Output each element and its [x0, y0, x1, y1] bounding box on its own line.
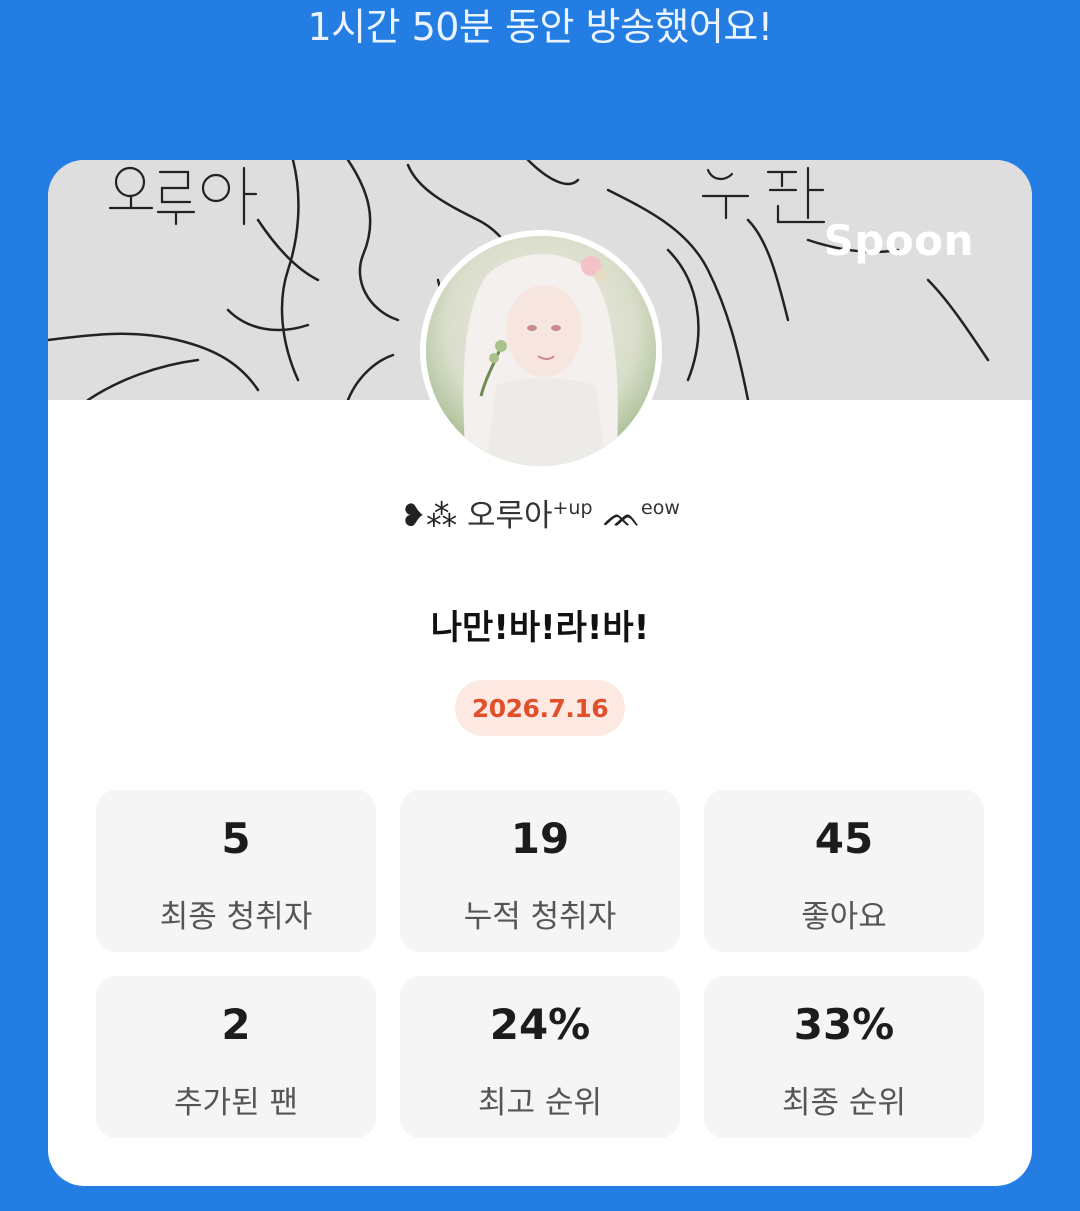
broadcast-summary-screen: 1시간 50분 동안 방송했어요! Spoon ❥⁂ 오루아+up ᨏeow 나… — [0, 0, 1080, 1211]
profile-avatar[interactable] — [420, 230, 662, 472]
stat-label: 추가된 팬 — [174, 1085, 298, 1121]
nickname-sup-up: +up — [552, 497, 593, 519]
broadcast-duration-headline: 1시간 50분 동안 방송했어요! — [307, 5, 773, 49]
stat-value: 2 — [221, 1000, 251, 1049]
nickname-text: 오루아 — [466, 498, 553, 534]
stat-final-listeners: 5 최종 청취자 — [96, 790, 376, 952]
profile-avatar-image — [426, 236, 656, 466]
stat-value: 5 — [221, 814, 251, 863]
stat-new-fans: 2 추가된 팬 — [96, 976, 376, 1138]
live-title: 나만!바!라!바! — [430, 608, 650, 648]
stats-grid: 5 최종 청취자 19 누적 청취자 45 좋아요 2 추가된 팬 24% 최고… — [96, 790, 984, 1138]
stat-final-rank: 33% 최종 순위 — [704, 976, 984, 1138]
stat-label: 최종 순위 — [782, 1085, 906, 1121]
nickname-prefix: ❥⁂ — [400, 498, 458, 534]
dj-nickname: ❥⁂ 오루아+up ᨏeow — [48, 490, 1032, 535]
stat-label: 누적 청취자 — [463, 899, 617, 935]
stat-value: 19 — [510, 814, 570, 863]
avatar-illustration — [426, 236, 656, 466]
stat-label: 좋아요 — [801, 899, 887, 935]
nickname-sup-eow: eow — [641, 497, 680, 519]
broadcast-date-badge: 2026.7.16 — [455, 680, 625, 736]
stat-value: 45 — [814, 814, 874, 863]
nickname-deco: ᨏ — [602, 498, 642, 534]
stat-value: 24% — [489, 1000, 591, 1049]
stat-label: 최종 청취자 — [159, 899, 313, 935]
broadcast-summary-card: Spoon ❥⁂ 오루아+up ᨏeow 나만!바!라!바! 2026.7.16… — [48, 160, 1032, 1186]
stat-best-rank: 24% 최고 순위 — [400, 976, 680, 1138]
spoon-logo: Spoon — [823, 216, 974, 265]
stat-label: 최고 순위 — [478, 1085, 602, 1121]
stat-value: 33% — [793, 1000, 895, 1049]
stat-likes: 45 좋아요 — [704, 790, 984, 952]
stat-total-listeners: 19 누적 청취자 — [400, 790, 680, 952]
